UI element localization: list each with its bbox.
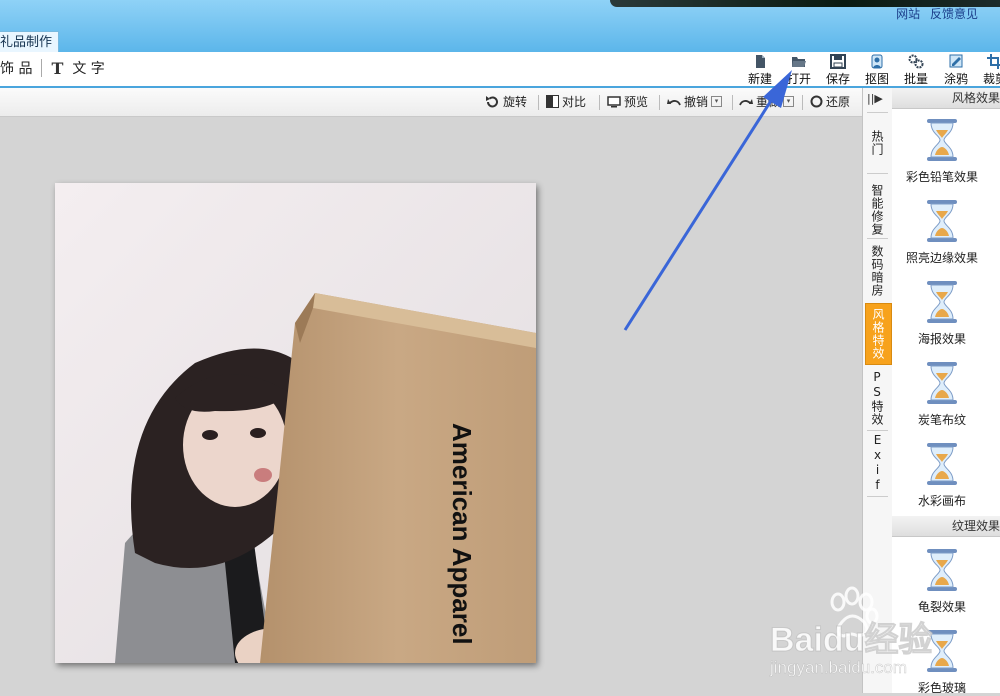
effect-watercolor-canvas[interactable]: 水彩画布 [892, 442, 992, 509]
tab-divider [867, 112, 888, 113]
effect-charcoal-cloth[interactable]: 炭笔布纹 [892, 361, 992, 428]
effect-glowing-edges[interactable]: 照亮边缘效果 [892, 199, 992, 266]
baidu-watermark: Baidu经验 jingyan.baidu.com [769, 582, 1000, 693]
section-header-texture: 纹理效果 [892, 516, 1000, 537]
watermark-brand: Baidu经验 [769, 621, 933, 660]
tab-ps-effects[interactable]: PS特效 [865, 368, 890, 428]
effect-poster[interactable]: 海报效果 [892, 280, 992, 347]
tab-divider [867, 430, 888, 431]
tab-divider [867, 238, 888, 239]
hourglass-icon [927, 443, 957, 485]
tab-divider [867, 173, 888, 174]
watermark-url: jingyan.baidu.com [770, 658, 908, 678]
hourglass-icon [927, 119, 957, 161]
section-header-style: 风格效果 [892, 88, 1000, 109]
hourglass-icon [927, 362, 957, 404]
tab-exif[interactable]: Exif [865, 433, 890, 493]
tab-smart-repair[interactable]: 智能修复 [865, 176, 890, 244]
tab-hot[interactable]: 热门 [865, 114, 890, 172]
hourglass-icon [927, 281, 957, 323]
tab-style-effects[interactable]: 风格特效 [865, 303, 892, 365]
effect-colored-pencil[interactable]: 彩色铅笔效果 [892, 118, 992, 185]
hourglass-icon [927, 200, 957, 242]
tab-digital-darkroom[interactable]: 数码暗房 [865, 241, 890, 301]
collapse-panel-icon[interactable]: ||▶ [867, 92, 883, 105]
tab-divider [867, 496, 888, 497]
